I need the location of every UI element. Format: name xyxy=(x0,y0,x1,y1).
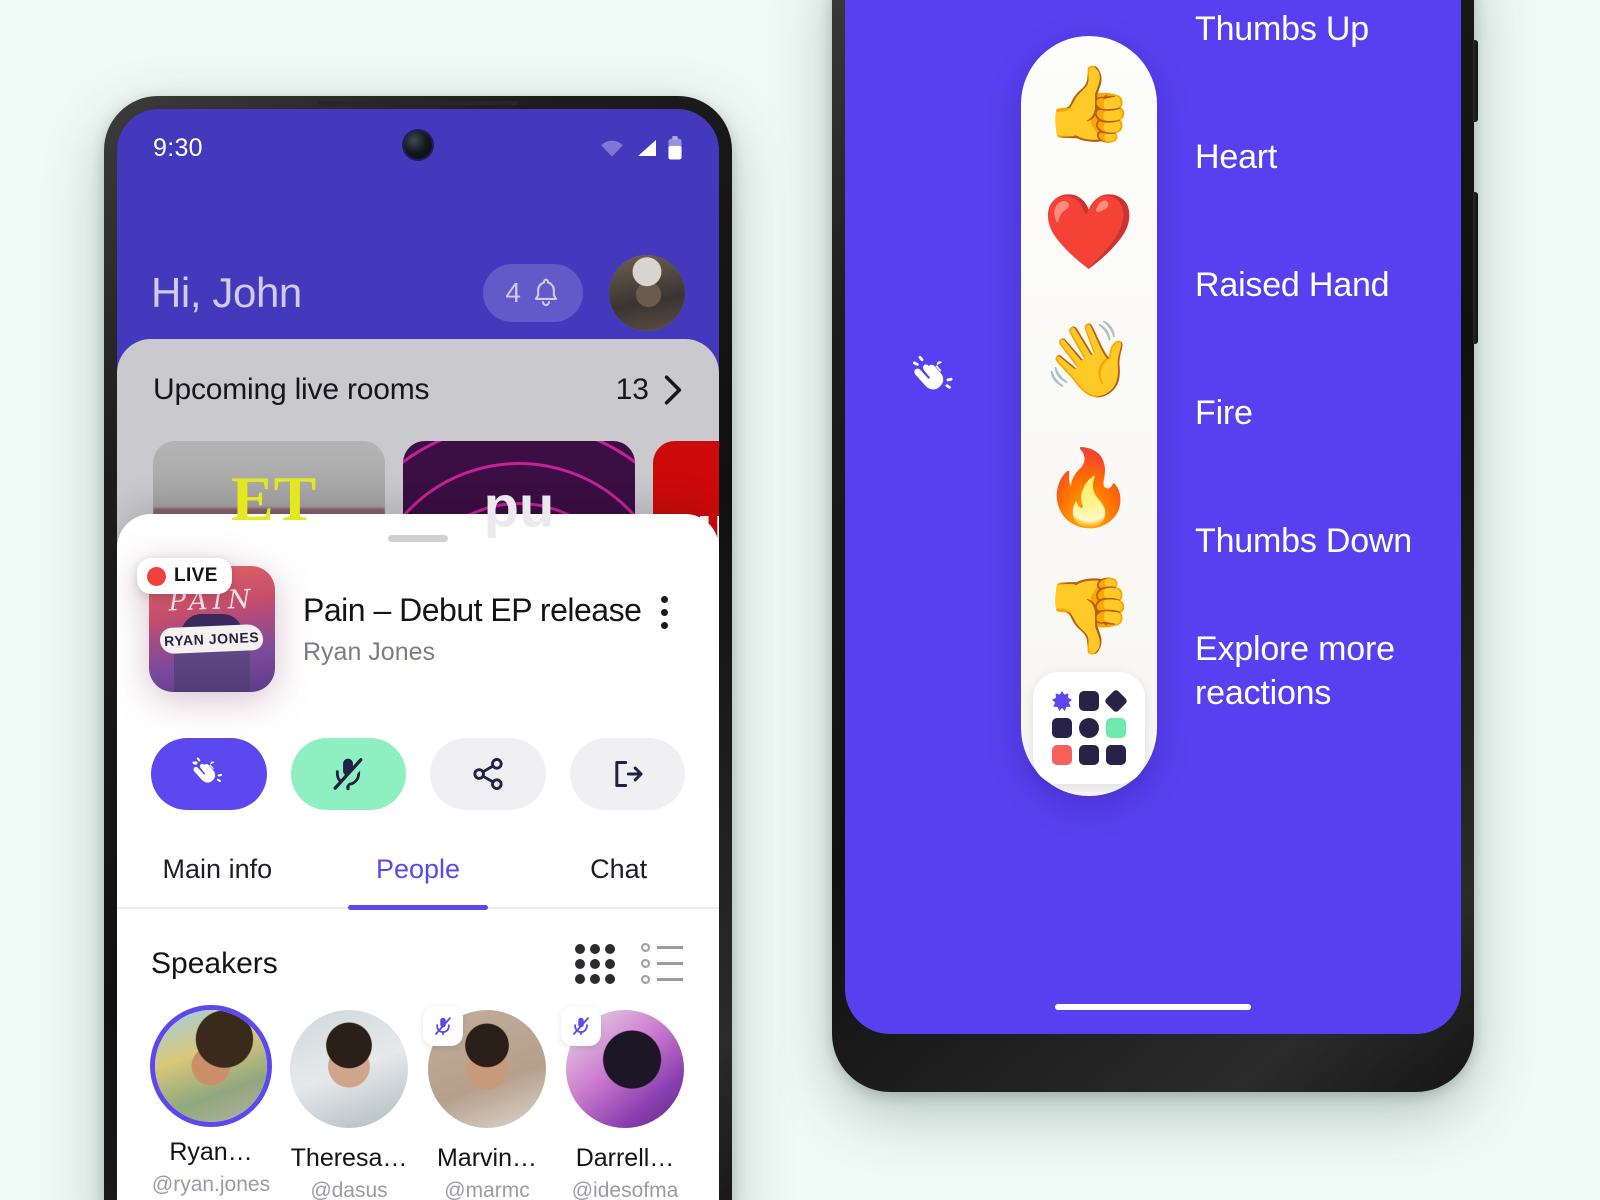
tab-main-info[interactable]: Main info xyxy=(117,854,318,907)
battery-icon xyxy=(668,136,682,160)
reaction-panel: 👍 ❤️ 👋 🔥 👎 xyxy=(1021,36,1157,796)
status-time: 9:30 xyxy=(153,133,203,162)
reaction-grid-icon xyxy=(1052,688,1129,765)
earpiece-slot xyxy=(318,101,518,105)
speaker-avatar xyxy=(155,1010,267,1122)
canvas: 9:30 Hi, John 4 Upcoming live rooms 13 E… xyxy=(0,0,1600,1200)
reaction-thumbs-down[interactable]: 👎 xyxy=(1021,552,1157,680)
reaction-thumbs-up[interactable]: 👍 xyxy=(1021,40,1157,168)
power-button[interactable] xyxy=(1473,40,1478,122)
tab-bar: Main info People Chat xyxy=(117,854,719,910)
speaker-card[interactable]: Darrell… @idesofma xyxy=(561,1006,685,1200)
room-title: Pain – Debut EP release xyxy=(303,592,642,628)
speaker-mute-badge xyxy=(423,1006,463,1046)
speaker-card[interactable]: Ryan… @ryan.jones xyxy=(151,1010,271,1200)
room-host: Ryan Jones xyxy=(303,638,436,666)
kebab-menu-icon[interactable] xyxy=(647,566,681,629)
speakers-title: Speakers xyxy=(151,946,278,980)
leave-room-icon xyxy=(615,760,643,788)
reaction-raised-hand[interactable]: 👋 xyxy=(1021,296,1157,424)
speaker-avatar xyxy=(290,1010,408,1128)
live-label: LIVE xyxy=(174,565,218,586)
speaker-name: Marvin… xyxy=(436,1144,537,1172)
microphone-muted-icon xyxy=(333,758,367,794)
right-phone-frame: 👍 ❤️ 👋 🔥 👎 Thumbs Up Heart Raised Hand F… xyxy=(832,0,1478,1092)
tab-people[interactable]: People xyxy=(318,854,519,910)
room-card-label: ET xyxy=(230,462,317,534)
volume-button[interactable] xyxy=(1473,192,1478,344)
clapping-hands-icon xyxy=(907,350,963,406)
album-art-wrapper[interactable]: PAIN RYAN JONES LIVE xyxy=(137,558,275,692)
left-phone-frame: 9:30 Hi, John 4 Upcoming live rooms 13 E… xyxy=(104,96,732,1200)
explore-more-reactions-button[interactable] xyxy=(1033,672,1145,784)
speaker-card[interactable]: Marvin… @marmc xyxy=(423,1006,547,1200)
live-dot-icon xyxy=(147,566,166,586)
leave-button[interactable] xyxy=(569,738,685,810)
wifi-icon xyxy=(601,140,623,157)
microphone-muted-icon xyxy=(435,1017,451,1035)
room-header: PAIN RYAN JONES LIVE Pain – Debut EP rel… xyxy=(117,542,719,692)
speaker-handle: @ryan.jones xyxy=(151,1173,271,1196)
share-icon xyxy=(473,758,503,790)
speaker-handle: @marmc xyxy=(444,1179,530,1200)
album-artist-brush: RYAN JONES xyxy=(159,624,265,655)
room-bottom-sheet: PAIN RYAN JONES LIVE Pain – Debut EP rel… xyxy=(117,514,719,1200)
left-phone-screen: 9:30 Hi, John 4 Upcoming live rooms 13 E… xyxy=(117,109,719,1200)
view-toggle xyxy=(575,943,683,984)
list-view-icon[interactable] xyxy=(641,943,683,984)
action-button-row xyxy=(117,692,719,810)
room-card-label: nd xyxy=(483,482,555,548)
upcoming-title: Upcoming live rooms xyxy=(153,373,430,406)
greeting-row: Hi, John 4 xyxy=(117,241,719,345)
speakers-list: Ryan… @ryan.jones Theresa… @dasus Marvin… xyxy=(117,984,719,1200)
notification-count: 4 xyxy=(505,277,521,308)
page-title: Hi, John xyxy=(151,269,302,316)
speaker-handle: @idesofma xyxy=(571,1179,679,1200)
reaction-label-heart: Heart xyxy=(1195,138,1278,176)
share-button[interactable] xyxy=(430,738,546,810)
reaction-label-fire: Fire xyxy=(1195,394,1253,432)
front-camera xyxy=(404,131,432,159)
upcoming-count: 13 xyxy=(615,373,649,406)
reaction-label-raised-hand: Raised Hand xyxy=(1195,266,1390,304)
mic-mute-button[interactable] xyxy=(290,738,406,810)
avatar[interactable] xyxy=(609,255,685,331)
upcoming-header[interactable]: Upcoming live rooms 13 xyxy=(117,339,719,407)
status-icons xyxy=(599,136,683,160)
reaction-label-thumbs-up: Thumbs Up xyxy=(1195,10,1369,48)
album-artist-art: RYAN JONES xyxy=(164,629,260,650)
room-meta: Pain – Debut EP release Ryan Jones xyxy=(275,566,647,667)
speaker-name: Theresa… xyxy=(290,1144,408,1172)
notifications-button[interactable]: 4 xyxy=(483,264,583,322)
live-badge: LIVE xyxy=(137,558,232,594)
clap-button[interactable] xyxy=(151,738,267,810)
grid-view-icon[interactable] xyxy=(575,943,615,984)
tab-chat[interactable]: Chat xyxy=(518,854,719,907)
right-phone-screen: 👍 ❤️ 👋 🔥 👎 Thumbs Up Heart Raised Hand F… xyxy=(845,0,1461,1034)
signal-icon xyxy=(638,140,656,156)
reaction-fire[interactable]: 🔥 xyxy=(1021,424,1157,552)
speaker-name: Darrell… xyxy=(575,1144,675,1172)
bell-icon xyxy=(534,278,558,307)
speaker-card[interactable]: Theresa… @dasus xyxy=(289,1010,409,1200)
home-indicator[interactable] xyxy=(1055,1004,1251,1010)
microphone-muted-icon xyxy=(573,1017,589,1035)
speaker-name: Ryan… xyxy=(169,1138,253,1166)
reaction-label-explore-more: Explore more reactions xyxy=(1195,630,1395,712)
drag-handle[interactable] xyxy=(388,535,448,542)
speaker-mute-badge xyxy=(561,1006,601,1046)
reaction-heart[interactable]: ❤️ xyxy=(1021,168,1157,296)
clapping-hands-icon xyxy=(192,757,222,783)
chevron-right-icon xyxy=(664,375,682,405)
speakers-header: Speakers xyxy=(117,909,719,984)
reaction-label-thumbs-down: Thumbs Down xyxy=(1195,522,1412,560)
speaker-handle: @dasus xyxy=(310,1179,388,1200)
